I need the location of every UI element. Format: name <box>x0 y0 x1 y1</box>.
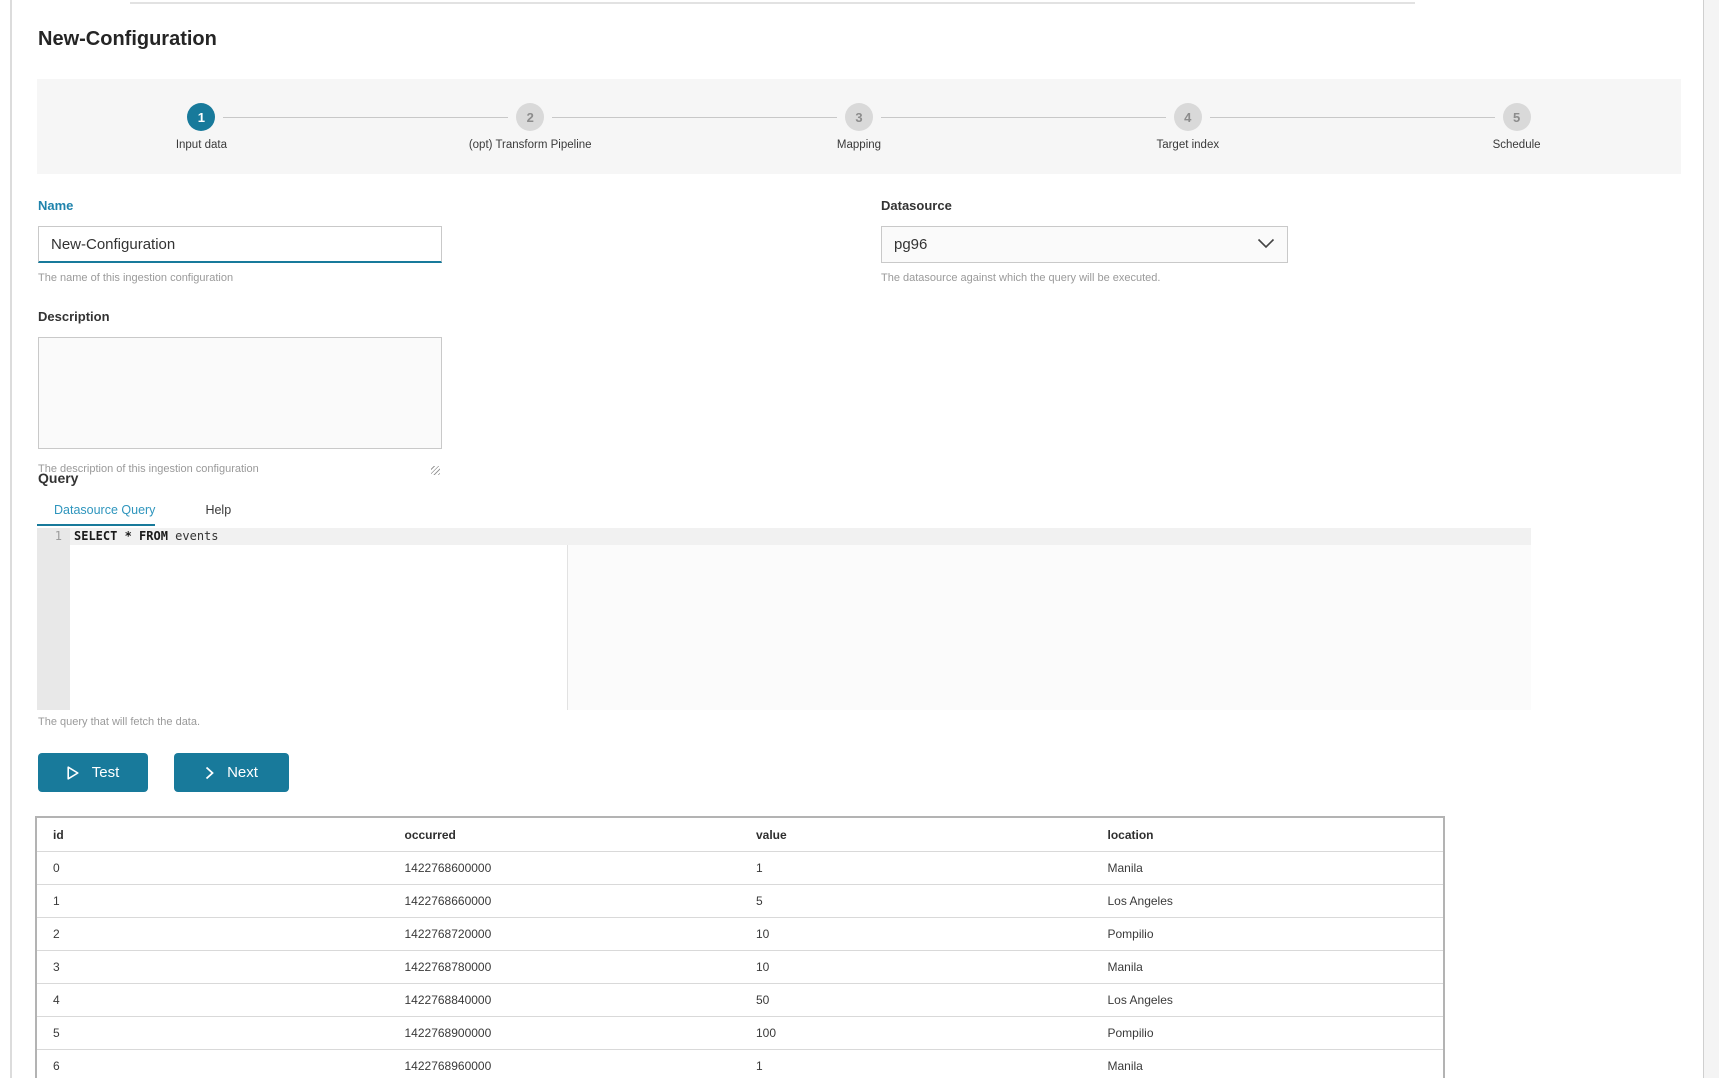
table-cell: Manila <box>1092 1050 1444 1078</box>
table-row: 614227689600001Manila <box>37 1050 1443 1078</box>
datasource-help-text: The datasource against which the query w… <box>881 272 1288 284</box>
query-help-text: The query that will fetch the data. <box>38 716 200 728</box>
table-row: 2142276872000010Pompilio <box>37 918 1443 951</box>
table-cell: 100 <box>740 1017 1092 1050</box>
wizard-stepper: 1 Input data 2 (opt) Transform Pipeline 3 Map… <box>37 79 1681 174</box>
step-number-circle: 4 <box>1174 103 1202 131</box>
active-tab-underline <box>37 524 155 526</box>
table-cell: Pompilio <box>1092 918 1444 951</box>
table-cell: Pompilio <box>1092 1017 1444 1050</box>
table-row: 51422768900000100Pompilio <box>37 1017 1443 1050</box>
sql-code-editor[interactable]: 1 SELECT * FROM events <box>37 528 1531 710</box>
table-cell: 6 <box>37 1050 389 1078</box>
step-label: Input data <box>37 139 366 151</box>
table-cell: 4 <box>37 984 389 1017</box>
editor-print-margin-line <box>567 545 568 710</box>
table-row: 4142276884000050Los Angeles <box>37 984 1443 1017</box>
datasource-select[interactable]: pg96 <box>881 226 1288 263</box>
description-label: Description <box>38 309 442 324</box>
table-cell: Los Angeles <box>1092 885 1444 918</box>
table-cell: 3 <box>37 951 389 984</box>
column-header-value: value <box>740 818 1092 852</box>
table-cell: Manila <box>1092 852 1444 885</box>
table-cell: 1422768600000 <box>389 852 741 885</box>
table-cell: 10 <box>740 918 1092 951</box>
table-cell: 50 <box>740 984 1092 1017</box>
step-label: Target index <box>1023 139 1352 151</box>
table-cell: 10 <box>740 951 1092 984</box>
column-header-occurred: occurred <box>389 818 741 852</box>
table-cell: 1422768720000 <box>389 918 741 951</box>
step-number-circle: 2 <box>516 103 544 131</box>
table-cell: 1422768960000 <box>389 1050 741 1078</box>
tab-help[interactable]: Help <box>205 503 231 517</box>
editor-active-line <box>37 528 1531 545</box>
step-number-circle: 1 <box>187 103 215 131</box>
table-cell: 1422768780000 <box>389 951 741 984</box>
table-cell: 1422768840000 <box>389 984 741 1017</box>
play-outline-icon <box>67 766 79 780</box>
table-cell: Los Angeles <box>1092 984 1444 1017</box>
wizard-step-input-data[interactable]: 1 Input data <box>37 79 366 174</box>
test-button[interactable]: Test <box>38 753 148 792</box>
description-field-group: Description The description of this inge… <box>38 309 442 475</box>
table-row: 3142276878000010Manila <box>37 951 1443 984</box>
chevron-down-icon <box>1257 236 1275 253</box>
top-divider <box>130 2 1415 4</box>
editor-code-line: SELECT * FROM events <box>74 528 219 545</box>
step-number-circle: 3 <box>845 103 873 131</box>
query-results-table: idoccurredvaluelocation 014227686000001M… <box>35 816 1445 1078</box>
table-row: 014227686000001Manila <box>37 852 1443 885</box>
table-cell: 1 <box>740 1050 1092 1078</box>
table-cell: 1 <box>740 852 1092 885</box>
column-header-location: location <box>1092 818 1444 852</box>
table-cell: 1422768900000 <box>389 1017 741 1050</box>
next-button-label: Next <box>227 764 258 781</box>
query-tabs: Datasource Query Help <box>54 503 231 517</box>
vertical-scrollbar[interactable] <box>1703 0 1719 1078</box>
table-cell: 2 <box>37 918 389 951</box>
datasource-field-group: Datasource pg96 The datasource against w… <box>881 198 1288 284</box>
wizard-step-schedule[interactable]: 5 Schedule <box>1352 79 1681 174</box>
editor-line-number: 1 <box>37 528 70 545</box>
name-label: Name <box>38 198 442 213</box>
resize-handle-icon[interactable] <box>431 466 440 475</box>
test-button-label: Test <box>92 764 120 781</box>
table-cell: 0 <box>37 852 389 885</box>
results-table-body: 014227686000001Manila114227686600005Los … <box>37 852 1443 1078</box>
tab-datasource-query[interactable]: Datasource Query <box>54 503 155 517</box>
step-label: Mapping <box>695 139 1024 151</box>
description-textarea[interactable] <box>38 337 442 449</box>
datasource-selected-value: pg96 <box>894 236 927 253</box>
column-header-id: id <box>37 818 389 852</box>
results-table-header: idoccurredvaluelocation <box>37 818 1443 852</box>
name-field-group: Name The name of this ingestion configur… <box>38 198 442 284</box>
left-panel-edge <box>10 0 12 1078</box>
name-input[interactable] <box>38 226 442 263</box>
table-cell: Manila <box>1092 951 1444 984</box>
table-row: 114227686600005Los Angeles <box>37 885 1443 918</box>
wizard-step-target-index[interactable]: 4 Target index <box>1023 79 1352 174</box>
page-title: New-Configuration <box>38 28 217 51</box>
step-label: (opt) Transform Pipeline <box>366 139 695 151</box>
next-button[interactable]: Next <box>174 753 289 792</box>
step-number-circle: 5 <box>1503 103 1531 131</box>
wizard-step-mapping[interactable]: 3 Mapping <box>695 79 1024 174</box>
name-help-text: The name of this ingestion configuration <box>38 272 442 284</box>
wizard-step--opt-transform-pipeline[interactable]: 2 (opt) Transform Pipeline <box>366 79 695 174</box>
chevron-right-icon <box>205 766 214 780</box>
query-section-label: Query <box>38 470 78 486</box>
table-cell: 5 <box>740 885 1092 918</box>
editor-gutter: 1 <box>37 528 70 710</box>
step-label: Schedule <box>1352 139 1681 151</box>
description-help-text: The description of this ingestion config… <box>38 463 442 475</box>
table-cell: 1 <box>37 885 389 918</box>
table-cell: 5 <box>37 1017 389 1050</box>
table-cell: 1422768660000 <box>389 885 741 918</box>
datasource-label: Datasource <box>881 198 1288 213</box>
editor-print-margin-zone <box>568 545 1531 710</box>
